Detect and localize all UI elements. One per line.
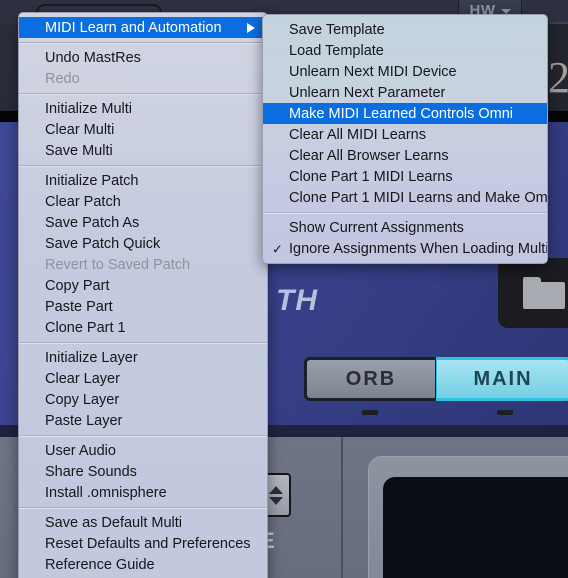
menu-item-label: User Audio [45, 442, 116, 459]
menu-item-initialize-layer[interactable]: Initialize Layer [19, 347, 267, 368]
menu-item-label: Undo MastRes [45, 49, 141, 66]
main-button[interactable]: MAIN [436, 357, 568, 401]
menu-item-label: Clear All MIDI Learns [289, 126, 426, 143]
menu-separator [19, 507, 267, 508]
menu-item-install-omnisphere[interactable]: Install .omnisphere [19, 482, 267, 503]
menu-item-label: MIDI Learn and Automation [45, 19, 222, 36]
menu-item-label: Save Patch Quick [45, 235, 161, 252]
plugin-window: 2 HW TH ORB MAIN E MIDI Learn and Automa… [0, 0, 568, 578]
menu-item-show-current-assignments[interactable]: Show Current Assignments [263, 217, 547, 238]
caret-up-icon[interactable] [269, 485, 283, 494]
menu-item-save-multi[interactable]: Save Multi [19, 140, 267, 161]
menu-item-unlearn-next-parameter[interactable]: Unlearn Next Parameter [263, 82, 547, 103]
menu-item-label: Share Sounds [45, 463, 137, 480]
menu-separator [19, 165, 267, 166]
folder-icon [523, 277, 565, 309]
menu-item-clone-part-1-midi-learns[interactable]: Clone Part 1 MIDI Learns [263, 166, 547, 187]
view-toggle-group: ORB MAIN [304, 357, 568, 401]
menu-item-initialize-multi[interactable]: Initialize Multi [19, 98, 267, 119]
menu-item-initialize-patch[interactable]: Initialize Patch [19, 170, 267, 191]
menu-item-label: Copy Layer [45, 391, 120, 408]
menu-item-make-midi-learned-controls-omni[interactable]: Make MIDI Learned Controls Omni [263, 103, 547, 124]
menu-item-label: Initialize Multi [45, 100, 133, 117]
menu-item-label: Paste Part [45, 298, 113, 315]
display-screen [383, 477, 568, 578]
menu-item-revert-to-saved-patch: Revert to Saved Patch [19, 254, 267, 275]
menu-item-label: Unlearn Next Parameter [289, 84, 446, 101]
menu-item-label: Initialize Patch [45, 172, 139, 189]
menu-item-label: Reset Defaults and Preferences [45, 535, 251, 552]
menu-item-label: Copy Part [45, 277, 110, 294]
menu-separator [19, 435, 267, 436]
menu-item-label: Save Patch As [45, 214, 140, 231]
menu-item-label: Show Current Assignments [289, 219, 464, 236]
menu-item-save-patch-as[interactable]: Save Patch As [19, 212, 267, 233]
menu-item-paste-layer[interactable]: Paste Layer [19, 410, 267, 431]
menu-item-label: Clone Part 1 MIDI Learns and Make Omni [289, 189, 548, 206]
menu-item-redo: Redo [19, 68, 267, 89]
version-number-text: 2 [548, 53, 568, 102]
menu-item-label: Initialize Layer [45, 349, 138, 366]
main-button-label: MAIN [473, 367, 533, 390]
orb-button-label: ORB [345, 367, 397, 390]
menu-separator [263, 212, 547, 213]
menu-item-label: Redo [45, 70, 80, 87]
menu-item-label: Unlearn Next MIDI Device [289, 63, 457, 80]
synth-wordmark: TH [276, 284, 318, 317]
menu-item-clear-all-midi-learns[interactable]: Clear All MIDI Learns [263, 124, 547, 145]
checkmark-icon: ✓ [272, 241, 283, 256]
menu-item-label: Clear Patch [45, 193, 121, 210]
menu-item-paste-part[interactable]: Paste Part [19, 296, 267, 317]
menu-item-reset-defaults-and-preferences[interactable]: Reset Defaults and Preferences [19, 533, 267, 554]
menu-item-reference-guide[interactable]: Reference Guide [19, 554, 267, 575]
menu-item-user-audio[interactable]: User Audio [19, 440, 267, 461]
menu-item-label: Install .omnisphere [45, 484, 167, 501]
menu-item-share-sounds[interactable]: Share Sounds [19, 461, 267, 482]
orb-indicator-tick [362, 410, 378, 415]
midi-learn-submenu: Save Template Load Template Unlearn Next M… [262, 14, 548, 264]
caret-down-icon[interactable] [269, 496, 283, 505]
menu-item-label: Reference Guide [45, 556, 155, 573]
menu-item-midi-learn-and-automation[interactable]: MIDI Learn and Automation [19, 17, 267, 38]
menu-item-label: Save Multi [45, 142, 113, 159]
menu-item-label: Paste Layer [45, 412, 123, 429]
menu-item-ignore-assignments-when-loading-multi[interactable]: ✓ Ignore Assignments When Loading Multi [263, 238, 547, 259]
menu-item-label: Ignore Assignments When Loading Multi [289, 240, 548, 257]
menu-item-label: Clone Part 1 MIDI Learns [289, 168, 453, 185]
menu-item-label: Clear Layer [45, 370, 120, 387]
menu-item-clear-layer[interactable]: Clear Layer [19, 368, 267, 389]
lower-display-module [368, 456, 568, 578]
menu-item-label: Clear All Browser Learns [289, 147, 449, 164]
menu-item-clone-part-1[interactable]: Clone Part 1 [19, 317, 267, 338]
menu-item-label: Clear Multi [45, 121, 115, 138]
folder-browse-button[interactable] [498, 258, 568, 328]
menu-item-clone-part-1-midi-learns-and-make-omni[interactable]: Clone Part 1 MIDI Learns and Make Omni [263, 187, 547, 208]
menu-item-clear-patch[interactable]: Clear Patch [19, 191, 267, 212]
menu-item-unlearn-next-midi-device[interactable]: Unlearn Next MIDI Device [263, 61, 547, 82]
utility-menu: MIDI Learn and Automation Undo MastRes Red… [18, 12, 268, 578]
menu-item-label: Save as Default Multi [45, 514, 183, 531]
menu-item-undo-mastres[interactable]: Undo MastRes [19, 47, 267, 68]
menu-item-label: Save Template [289, 21, 385, 38]
menu-item-label: Load Template [289, 42, 384, 59]
orb-button[interactable]: ORB [304, 357, 436, 401]
menu-item-label: Clone Part 1 [45, 319, 126, 336]
lower-panel-seam [341, 437, 343, 578]
menu-item-clear-all-browser-learns[interactable]: Clear All Browser Learns [263, 145, 547, 166]
submenu-arrow-icon [247, 22, 255, 33]
menu-item-label: Revert to Saved Patch [45, 256, 191, 273]
menu-item-save-template[interactable]: Save Template [263, 19, 547, 40]
menu-item-save-patch-quick[interactable]: Save Patch Quick [19, 233, 267, 254]
menu-item-load-template[interactable]: Load Template [263, 40, 547, 61]
menu-separator [19, 93, 267, 94]
main-indicator-tick [497, 410, 513, 415]
menu-separator [19, 342, 267, 343]
menu-item-clear-multi[interactable]: Clear Multi [19, 119, 267, 140]
menu-item-copy-part[interactable]: Copy Part [19, 275, 267, 296]
menu-item-label: Make MIDI Learned Controls Omni [289, 105, 514, 122]
menu-item-copy-layer[interactable]: Copy Layer [19, 389, 267, 410]
menu-separator [19, 42, 267, 43]
menu-item-save-as-default-multi[interactable]: Save as Default Multi [19, 512, 267, 533]
